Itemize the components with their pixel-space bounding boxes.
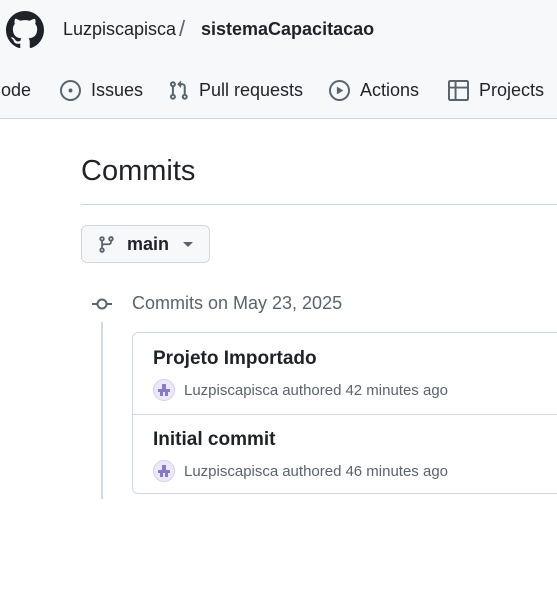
tab-issues-label: Issues — [91, 79, 144, 100]
tab-projects-label: Projects — [479, 79, 545, 100]
commit-group-heading: Commits on May 23, 2025 — [132, 293, 343, 313]
commit-action-text: authored — [282, 462, 342, 480]
breadcrumb-separator: / — [179, 16, 186, 41]
play-icon — [329, 79, 350, 101]
branch-name: main — [127, 233, 170, 254]
git-branch-icon — [99, 235, 114, 253]
tab-pull-requests-label: Pull requests — [199, 79, 304, 100]
tab-projects[interactable]: Projects — [448, 72, 544, 108]
tab-pull-requests[interactable]: Pull requests — [168, 72, 303, 108]
avatar[interactable] — [153, 379, 175, 401]
commit-list: Projeto Importado Luzpiscapisca authored… — [132, 332, 557, 494]
table-icon — [448, 79, 469, 101]
commit-author-link[interactable]: Luzpiscapisca — [184, 463, 278, 480]
commit-row: Projeto Importado Luzpiscapisca authored… — [133, 333, 557, 415]
commit-meta: Luzpiscapisca authored 42 minutes ago — [153, 379, 448, 401]
tab-code-label: Code — [0, 79, 32, 100]
tab-issues[interactable]: Issues — [60, 72, 143, 108]
branch-selector-button[interactable]: main — [81, 225, 210, 263]
commit-row: Initial commit Luzpiscapisca authored 46… — [133, 414, 557, 493]
timeline-line — [101, 322, 103, 499]
title-divider — [81, 204, 557, 205]
avatar[interactable] — [153, 460, 175, 482]
repo-header: Luzpiscapisca / sistemaCapacitacao Code … — [0, 0, 557, 119]
tab-actions-label: Actions — [360, 79, 420, 100]
commit-time: 46 minutes ago — [345, 462, 449, 480]
tab-actions[interactable]: Actions — [329, 72, 419, 108]
git-pull-request-icon — [169, 80, 188, 100]
commit-title-link[interactable]: Initial commit — [153, 429, 275, 451]
commit-title-link[interactable]: Projeto Importado — [153, 348, 317, 370]
git-commit-icon — [91, 294, 113, 314]
commit-action-text: authored — [282, 381, 342, 399]
github-logo-icon[interactable] — [6, 11, 44, 49]
issue-opened-icon — [60, 79, 81, 101]
tab-code[interactable]: Code — [0, 72, 31, 108]
repo-nav: Code Issues Pull requests Actions P — [0, 72, 557, 108]
commit-time: 42 minutes ago — [345, 381, 449, 399]
repo-owner-link[interactable]: Luzpiscapisca — [63, 19, 176, 40]
repo-name-link[interactable]: sistemaCapacitacao — [201, 19, 374, 40]
page-title: Commits — [81, 155, 196, 187]
commit-meta: Luzpiscapisca authored 46 minutes ago — [153, 460, 448, 482]
chevron-down-icon — [183, 241, 194, 247]
commit-author-link[interactable]: Luzpiscapisca — [184, 382, 278, 399]
